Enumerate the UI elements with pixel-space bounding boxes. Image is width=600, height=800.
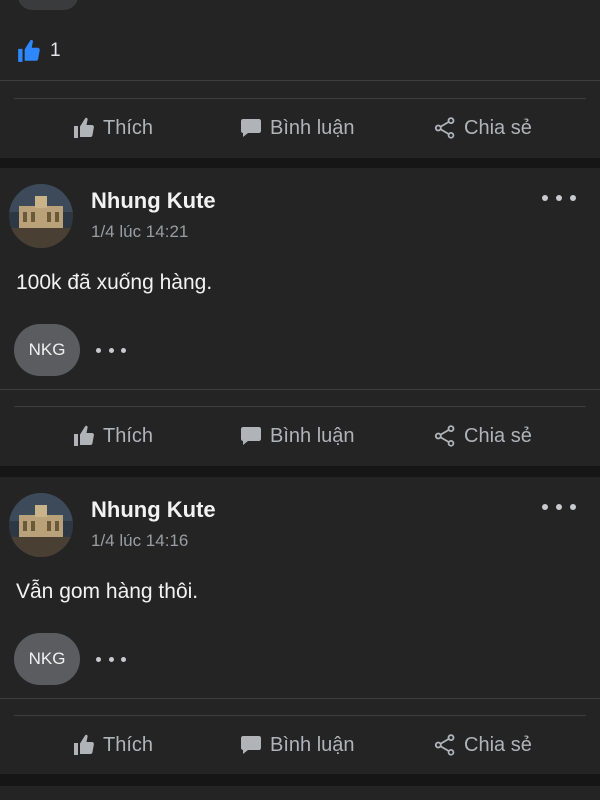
comment-button[interactable]: Bình luận [239,98,355,158]
author-name[interactable]: Nhung Kute [91,188,216,214]
divider [0,389,600,390]
author-name[interactable]: Nhung Kute [91,497,216,523]
action-bar: Thích Bình luận Chia sẻ [0,406,600,466]
more-dots-icon[interactable] [96,348,126,353]
post-text: 100k đã xuống hàng. [16,271,213,294]
like-label: Thích [103,424,154,447]
speech-bubble-icon [241,427,261,445]
post-text: Vẫn gom hàng thôi. [16,580,199,603]
more-dots-icon[interactable] [542,193,576,203]
post-card-previous: 1 Thích Bình luận Chia sẻ [0,0,600,158]
share-label: Chia sẻ [464,733,532,756]
divider [0,698,600,699]
speech-bubble-icon [241,119,261,137]
share-icon [434,117,455,139]
comment-label: Bình luận [270,116,355,139]
comment-button[interactable]: Bình luận [239,406,355,466]
post-time[interactable]: 1/4 lúc 14:21 [91,222,188,242]
commenter-avatar[interactable]: NKG [14,324,80,376]
reaction-summary[interactable]: 1 [16,38,61,64]
more-dots-icon[interactable] [96,657,126,662]
like-button[interactable]: Thích [72,98,153,158]
share-button[interactable]: Chia sẻ [433,715,532,775]
share-icon [434,425,455,447]
post-card: Nhung Kute 1/4 lúc 14:16 Vẫn gom hàng th… [0,477,600,774]
like-count: 1 [50,40,61,61]
post-card-next [0,786,600,800]
more-dots-icon[interactable] [542,502,576,512]
post-card: Nhung Kute 1/4 lúc 14:21 100k đã xuống h… [0,168,600,466]
share-label: Chia sẻ [464,424,532,447]
divider [0,80,600,81]
like-reaction-icon [18,39,40,62]
like-button[interactable]: Thích [72,715,153,775]
share-label: Chia sẻ [464,116,532,139]
share-button[interactable]: Chia sẻ [433,406,532,466]
comment-label: Bình luận [270,733,355,756]
comment-button[interactable]: Bình luận [239,715,355,775]
comment-label: Bình luận [270,424,355,447]
like-label: Thích [103,733,154,756]
share-icon [434,734,455,756]
like-button[interactable]: Thích [72,406,153,466]
share-button[interactable]: Chia sẻ [433,98,532,158]
avatar-photo [9,493,73,557]
speech-bubble-icon [241,736,261,754]
commenter-avatar[interactable]: NKG [14,633,80,685]
action-bar: Thích Bình luận Chia sẻ [0,715,600,775]
thumbs-up-icon [74,117,94,138]
action-bar: Thích Bình luận Chia sẻ [0,98,600,158]
like-label: Thích [103,116,154,139]
avatar[interactable] [9,184,73,248]
comment-pill-partial[interactable] [18,0,78,10]
avatar[interactable] [9,493,73,557]
avatar-photo [9,184,73,248]
thumbs-up-icon [74,425,94,446]
thumbs-up-icon [74,734,94,755]
post-time[interactable]: 1/4 lúc 14:16 [91,531,188,551]
